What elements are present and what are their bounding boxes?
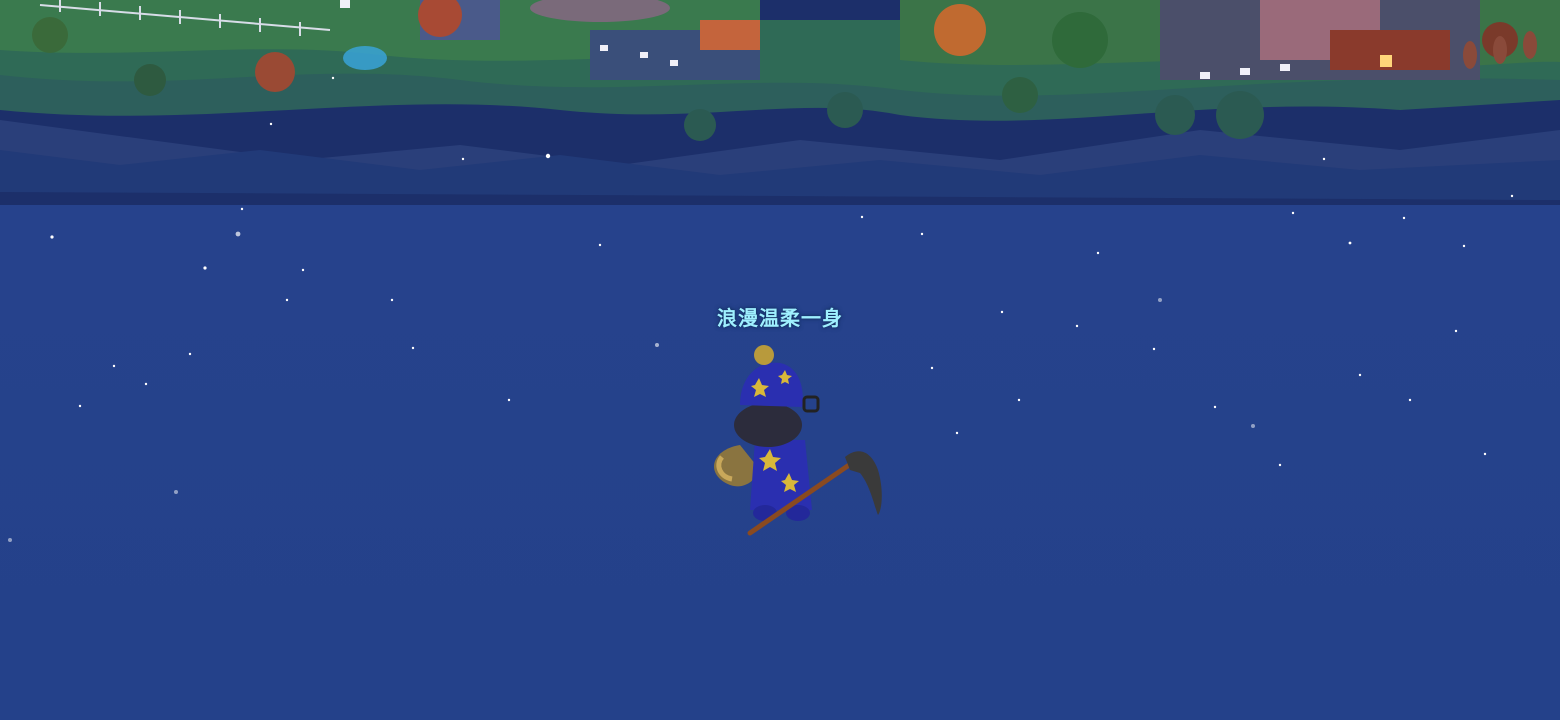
wizard-raccoon-character[interactable]: [700, 345, 900, 545]
game-scene[interactable]: 浪漫温柔一身: [0, 0, 1560, 720]
player-nameplate: 浪漫温柔一身: [717, 306, 843, 330]
